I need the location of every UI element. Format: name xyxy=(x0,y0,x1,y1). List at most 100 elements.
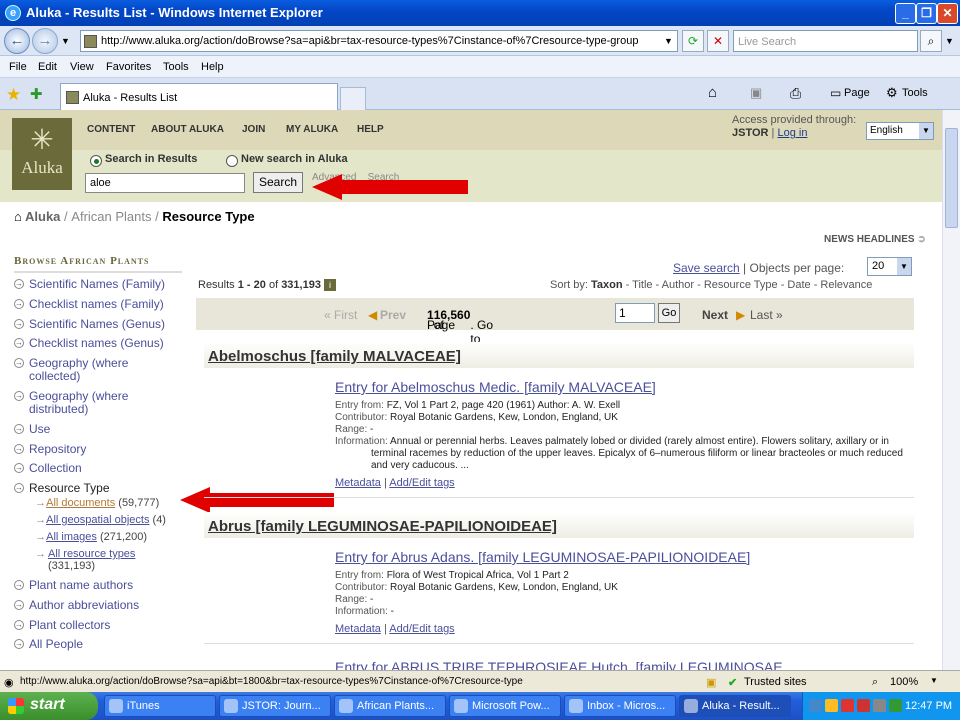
prev-link[interactable]: Prev xyxy=(380,308,406,322)
task-powerpoint[interactable]: Microsoft Pow... xyxy=(449,695,561,717)
live-search-input[interactable]: Live Search xyxy=(733,30,918,52)
entry-title-abrus[interactable]: Entry for Abrus Adans. [family LEGUMINOS… xyxy=(335,549,750,565)
value-entry-from: FZ, Vol 1 Part 2, page 420 (1961) Author… xyxy=(386,400,621,411)
news-headlines-link[interactable]: NEWS HEADLINES ➲ xyxy=(824,234,926,245)
nav-about[interactable]: ABOUT ALUKA xyxy=(151,124,224,135)
info-icon[interactable]: i xyxy=(324,279,337,291)
news-label: NEWS HEADLINES xyxy=(824,234,915,245)
save-search-link[interactable]: Save search xyxy=(673,261,740,275)
goto-page-input[interactable]: 1 xyxy=(615,303,655,323)
nav-my-aluka[interactable]: MY ALUKA xyxy=(286,124,338,135)
subitem-label[interactable]: All images xyxy=(46,531,97,543)
minimize-button[interactable]: _ xyxy=(895,3,916,24)
tray-app-icon[interactable] xyxy=(857,699,870,712)
aluka-logo[interactable]: ✳ Aluka xyxy=(12,118,72,190)
search-icon[interactable]: ⌕ xyxy=(920,30,942,52)
task-inbox[interactable]: Inbox - Micros... xyxy=(564,695,676,717)
new-tab-button[interactable] xyxy=(340,87,366,110)
radio-search-results-label[interactable]: Search in Results xyxy=(105,153,197,165)
tab-aluka[interactable]: Aluka - Results List xyxy=(60,83,338,110)
forward-button[interactable]: → xyxy=(32,28,58,54)
stop-icon[interactable]: ✕ xyxy=(707,30,729,52)
menu-file[interactable]: File xyxy=(9,61,27,73)
menu-help[interactable]: Help xyxy=(201,61,224,73)
search-options-icon[interactable]: ▼ xyxy=(945,36,954,46)
page-menu[interactable]: Page xyxy=(844,87,870,99)
back-button[interactable]: ← xyxy=(4,28,30,54)
task-aluka[interactable]: Aluka - Result... xyxy=(679,695,791,717)
task-jstor[interactable]: JSTOR: Journ... xyxy=(219,695,331,717)
task-african-plants[interactable]: African Plants... xyxy=(334,695,446,717)
zoom-level[interactable]: 100% xyxy=(890,676,918,688)
entry-title-abelmoschus[interactable]: Entry for Abelmoschus Medic. [family MAL… xyxy=(335,379,656,395)
first-link[interactable]: « First xyxy=(324,308,357,322)
tray-app-icon[interactable] xyxy=(809,699,822,712)
favorites-star-icon[interactable]: ★ xyxy=(6,85,21,105)
home-icon[interactable]: ⌂ xyxy=(708,84,717,101)
menu-tools[interactable]: Tools xyxy=(163,61,189,73)
feeds-icon[interactable]: ▣ xyxy=(750,85,762,101)
radio-search-results[interactable] xyxy=(90,155,102,167)
breadcrumb-african-plants[interactable]: African Plants xyxy=(71,209,151,224)
refresh-icon[interactable]: ⟳ xyxy=(682,30,704,52)
nav-content[interactable]: CONTENT xyxy=(87,124,135,135)
nav-help[interactable]: HELP xyxy=(357,124,384,135)
go-button[interactable]: Go xyxy=(658,303,680,323)
login-link[interactable]: Log in xyxy=(777,127,807,139)
subitem-all-images[interactable]: → All images (271,200) xyxy=(35,531,147,543)
next-link[interactable]: Next xyxy=(702,308,728,322)
menu-edit[interactable]: Edit xyxy=(38,61,57,73)
metadata-link[interactable]: Metadata xyxy=(335,623,381,635)
subitem-label[interactable]: All resource types xyxy=(48,548,135,560)
value-range: - xyxy=(370,594,374,605)
group-heading-abrus[interactable]: Abrus [family LEGUMINOSAE-PAPILIONOIDEAE… xyxy=(204,512,914,538)
site-search-input[interactable]: aloe xyxy=(85,173,245,193)
home-small-icon[interactable]: ⌂ xyxy=(14,209,22,224)
menu-favorites[interactable]: Favorites xyxy=(106,61,151,73)
metadata-link[interactable]: Metadata xyxy=(335,477,381,489)
subitem-all-documents[interactable]: → All documents (59,777) xyxy=(35,497,159,509)
tray-app-icon[interactable] xyxy=(825,699,838,712)
group-heading-abelmoschus[interactable]: Abelmoschus [family MALVACEAE] xyxy=(204,342,914,368)
tools-menu[interactable]: Tools xyxy=(902,87,928,99)
menu-view[interactable]: View xyxy=(70,61,94,73)
per-page-select[interactable]: 20 ▼ xyxy=(867,257,912,276)
subitem-all-resource-types[interactable]: → All resource types (331,193) xyxy=(35,548,150,572)
edit-tags-link[interactable]: Add/Edit tags xyxy=(389,477,454,489)
add-favorite-icon[interactable]: ✚ xyxy=(30,85,43,103)
scroll-thumb[interactable] xyxy=(945,128,958,228)
zoom-dropdown-icon[interactable]: ▼ xyxy=(930,676,938,685)
subitem-label[interactable]: All geospatial objects xyxy=(46,514,149,526)
status-lock-icon: ▣ xyxy=(706,677,717,689)
site-search-button[interactable]: Search xyxy=(253,172,303,193)
language-select[interactable]: English ▼ xyxy=(866,122,934,140)
last-link[interactable]: Last » xyxy=(750,308,783,322)
close-button[interactable]: ✕ xyxy=(937,3,958,24)
start-button[interactable]: start xyxy=(0,692,98,720)
tray-app-icon[interactable] xyxy=(841,699,854,712)
tray-network-icon[interactable] xyxy=(873,699,886,712)
subitem-label[interactable]: All documents xyxy=(46,497,115,509)
breadcrumb-home[interactable]: Aluka xyxy=(25,209,60,224)
entry-title-abrus-tribe[interactable]: Entry for ABRUS TRIBE TEPHROSIEAE Hutch.… xyxy=(335,659,783,670)
address-dropdown-icon[interactable]: ▼ xyxy=(664,36,673,46)
web-page: ✳ Aluka CONTENT ABOUT ALUKA JOIN MY ALUK… xyxy=(0,110,942,670)
link-sep: | xyxy=(383,623,387,635)
print-icon[interactable]: ⎙ xyxy=(790,85,801,102)
history-dropdown-icon[interactable]: ▼ xyxy=(61,36,70,46)
nav-join[interactable]: JOIN xyxy=(242,124,265,135)
tray-app-icon[interactable] xyxy=(889,699,902,712)
security-zone[interactable]: Trusted sites xyxy=(744,676,807,688)
sidebar-item-label: Use xyxy=(29,422,51,436)
subitem-all-geospatial[interactable]: → All geospatial objects (4) xyxy=(35,514,166,526)
edit-tags-link[interactable]: Add/Edit tags xyxy=(389,623,454,635)
radio-new-search-label[interactable]: New search in Aluka xyxy=(241,153,348,165)
address-bar[interactable]: http://www.aluka.org/action/doBrowse?sa=… xyxy=(80,30,678,52)
maximize-button[interactable]: ❐ xyxy=(916,3,937,24)
radio-new-search[interactable] xyxy=(226,155,238,167)
clock[interactable]: 12:47 PM xyxy=(905,700,952,712)
vertical-scrollbar[interactable] xyxy=(942,110,960,670)
breadcrumb-current: Resource Type xyxy=(162,209,255,224)
task-itunes[interactable]: iTunes xyxy=(104,695,216,717)
sort-options[interactable]: - Title - Author - Resource Type - Date … xyxy=(626,279,873,291)
